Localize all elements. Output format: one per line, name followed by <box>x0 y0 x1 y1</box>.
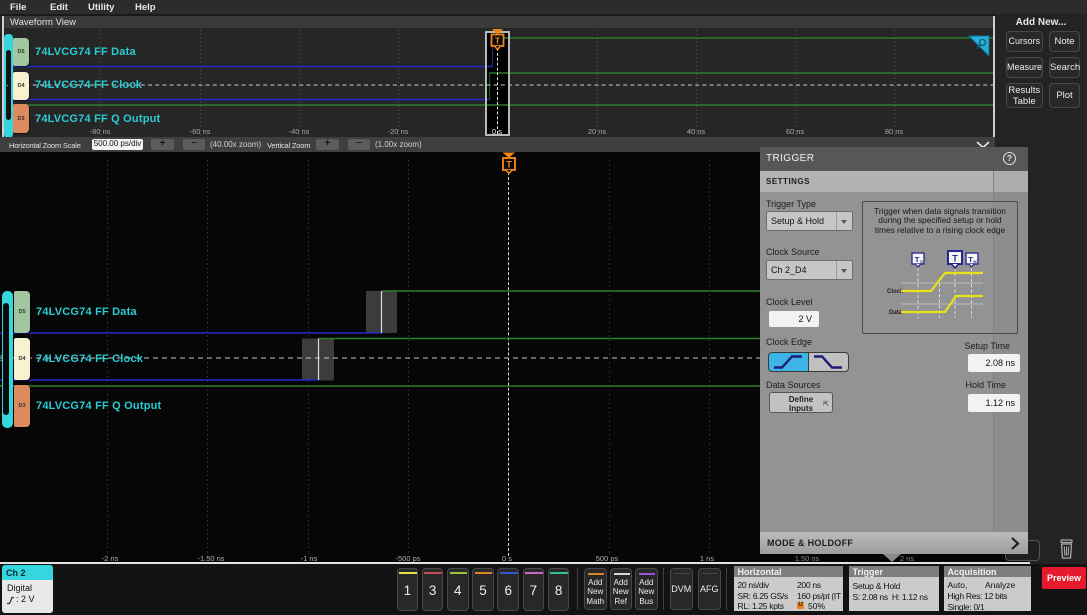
svg-text:S: S <box>920 260 923 265</box>
svg-text:Data: Data <box>889 310 903 316</box>
svg-text:T: T <box>952 254 958 264</box>
svg-text:H: H <box>973 260 976 265</box>
svg-text:T: T <box>506 159 512 169</box>
svg-text:T: T <box>915 255 920 264</box>
svg-text:T: T <box>495 35 501 45</box>
